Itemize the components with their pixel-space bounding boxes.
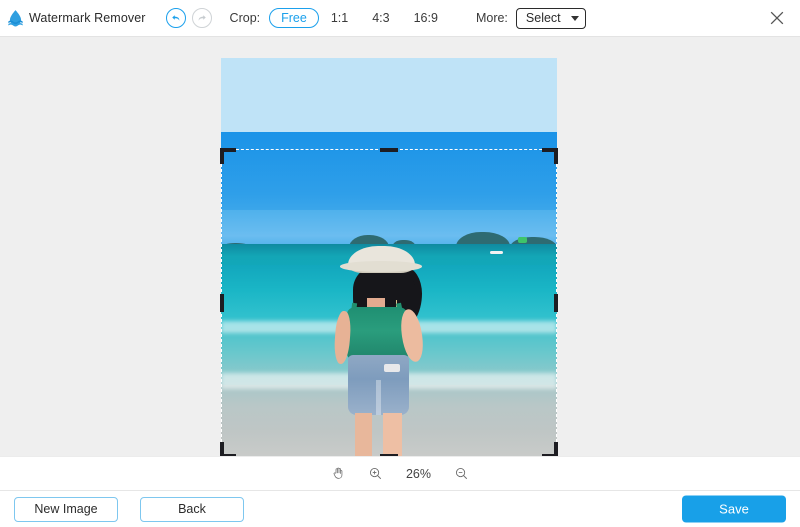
editor-canvas[interactable] [0,37,800,456]
crop-handle-left[interactable] [220,294,224,312]
more-select-value: Select [525,11,561,25]
crop-handle-bottom[interactable] [380,454,398,456]
history-buttons [165,8,212,28]
watermark-remover-window: Watermark Remover Crop: Free 1:1 4:3 16:… [0,0,800,527]
water-drop-icon [8,10,23,27]
app-brand: Watermark Remover [6,8,146,28]
chevron-down-icon [570,15,579,21]
crop-label: Crop: [229,11,261,25]
crop-handle-bottom-right[interactable] [542,442,558,456]
crop-handle-top-right[interactable] [542,148,558,164]
crop-handle-top-left[interactable] [220,148,236,164]
crop-selection[interactable] [220,148,558,456]
zoom-toolbar: 26% [0,456,800,490]
crop-ratio-16-9[interactable]: 16:9 [402,9,450,27]
footer-bar: New Image Back Save [0,490,800,527]
back-button[interactable]: Back [140,496,244,522]
redo-arrow-icon [198,15,206,21]
hand-pan-icon [333,467,343,479]
crop-ratio-free[interactable]: Free [269,8,319,28]
new-image-button[interactable]: New Image [14,496,118,522]
save-button[interactable]: Save [682,495,786,523]
crop-ratio-1-1[interactable]: 1:1 [319,9,360,27]
app-title: Watermark Remover [29,11,146,25]
close-button[interactable] [764,5,790,31]
undo-button[interactable] [165,8,186,28]
more-select-dropdown[interactable]: Select [515,7,586,29]
pan-tool-button[interactable] [330,465,348,483]
close-icon [770,11,784,25]
crop-handle-bottom-left[interactable] [220,442,236,456]
crop-handle-top[interactable] [380,148,398,152]
zoom-out-icon [456,468,468,480]
zoom-level-value: 26% [405,466,432,481]
zoom-out-button[interactable] [453,465,471,483]
undo-arrow-icon [171,15,179,21]
crop-handle-right[interactable] [554,294,558,312]
crop-ratio-4-3[interactable]: 4:3 [360,9,401,27]
zoom-in-button[interactable] [367,465,385,483]
crop-ratio-options: Free 1:1 4:3 16:9 [269,8,450,28]
toolbar: Watermark Remover Crop: Free 1:1 4:3 16:… [0,0,800,37]
more-label: More: [475,11,508,25]
zoom-in-icon [370,468,382,480]
redo-button[interactable] [191,8,212,28]
